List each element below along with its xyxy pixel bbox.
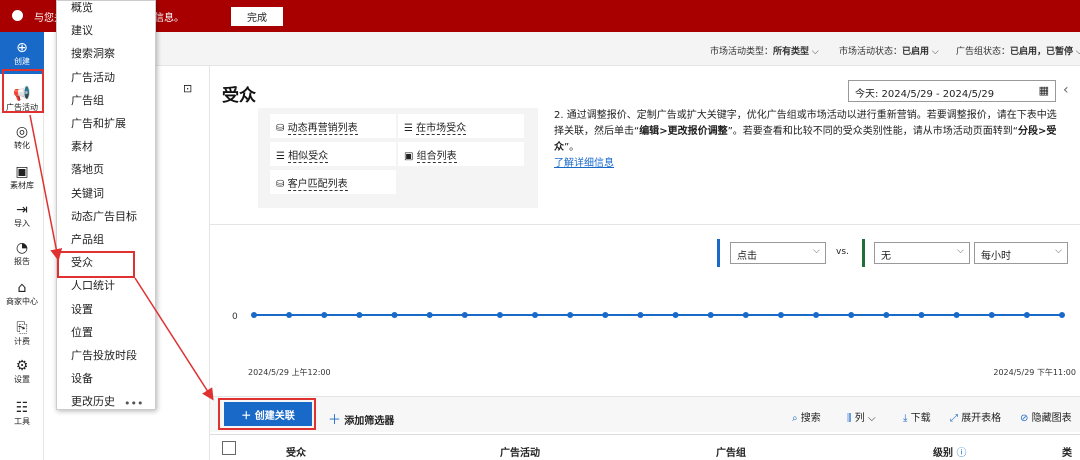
annotation-arrows <box>29 114 214 401</box>
